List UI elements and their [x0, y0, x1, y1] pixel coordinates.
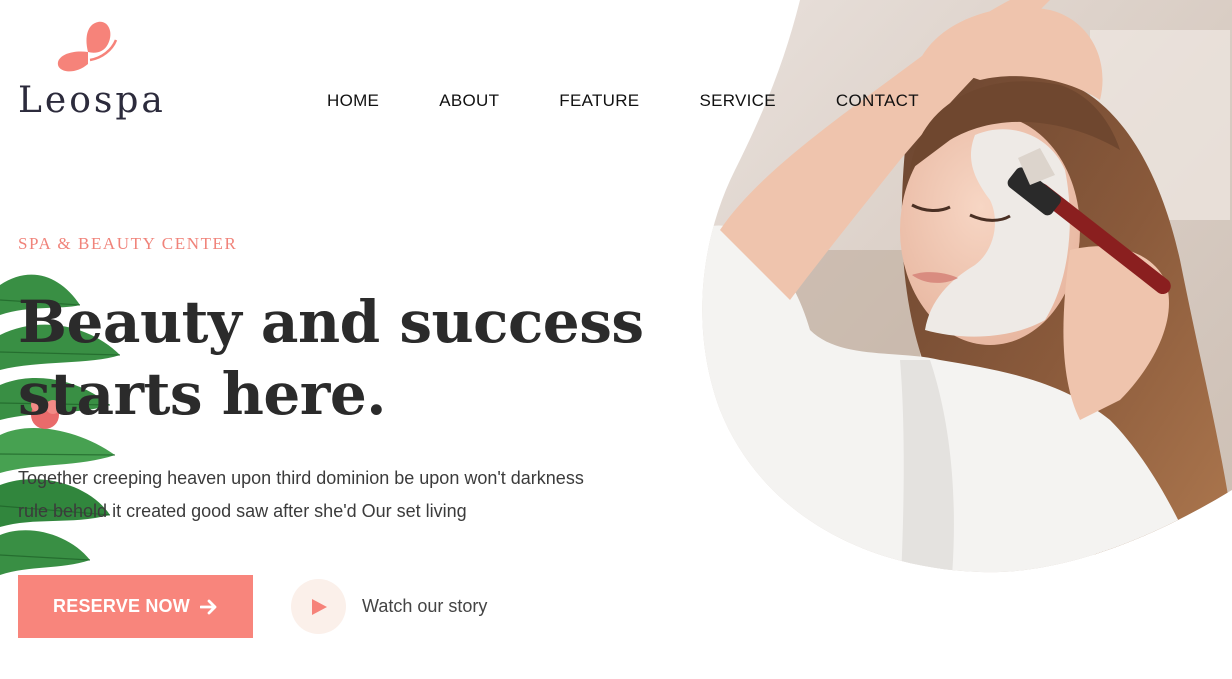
- hero-headline: Beauty and success starts here.: [18, 286, 658, 430]
- arrow-right-icon: [199, 599, 218, 615]
- logo[interactable]: Leospa: [18, 20, 168, 125]
- hero-headline-line-1: Beauty and success: [18, 288, 644, 356]
- reserve-now-label: RESERVE NOW: [53, 596, 190, 616]
- nav-item-service[interactable]: SERVICE: [699, 91, 775, 111]
- play-icon: [311, 598, 327, 615]
- hero-description: Together creeping heaven upon third domi…: [18, 462, 638, 528]
- hero-description-line-2: rule behold it created good saw after sh…: [18, 501, 467, 521]
- watch-story-link[interactable]: Watch our story: [291, 579, 487, 634]
- brand-name: Leospa: [18, 80, 166, 121]
- nav-item-contact[interactable]: CONTACT: [836, 91, 919, 111]
- nav-item-feature[interactable]: FEATURE: [559, 91, 639, 111]
- main-nav: HOME ABOUT FEATURE SERVICE CONTACT: [327, 91, 919, 111]
- reserve-now-button[interactable]: RESERVE NOW: [18, 575, 253, 638]
- butterfly-logo-icon: [54, 20, 124, 81]
- play-button[interactable]: [291, 579, 346, 634]
- hero-headline-line-2: starts here.: [18, 360, 386, 428]
- nav-item-about[interactable]: ABOUT: [439, 91, 499, 111]
- watch-story-label: Watch our story: [362, 596, 488, 616]
- hero-eyebrow: SPA & BEAUTY CENTER: [18, 234, 238, 253]
- nav-item-home[interactable]: HOME: [327, 91, 379, 111]
- hero-description-line-1: Together creeping heaven upon third domi…: [18, 468, 584, 488]
- landing-page: Leospa HOME ABOUT FEATURE SERVICE CONTAC…: [0, 0, 1232, 679]
